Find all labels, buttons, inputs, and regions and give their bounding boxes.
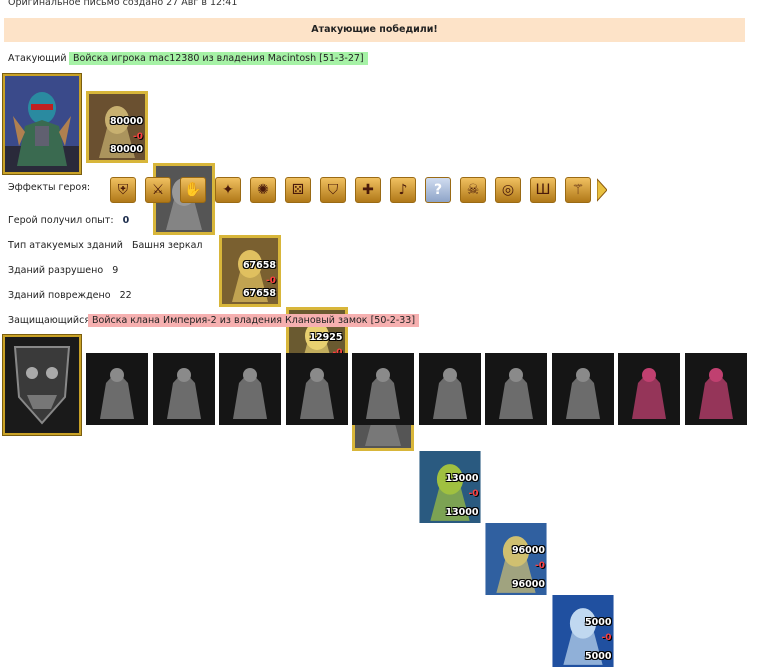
unit-spider-dead[interactable] <box>352 353 414 425</box>
unit-harpy-dead[interactable] <box>485 353 547 425</box>
pillars-icon[interactable]: Ш <box>530 177 556 203</box>
unit-art-image <box>418 353 481 425</box>
unit-count-after: 13000 <box>445 507 479 518</box>
experience-label: Герой получил опыт: <box>8 215 114 226</box>
experience-value: 0 <box>122 215 130 226</box>
unit-ogre-dead[interactable] <box>152 353 215 425</box>
unit-crystal-creature[interactable] <box>618 353 680 425</box>
unit-count-before: 5000 <box>585 617 612 628</box>
unit-loss: -0 <box>601 633 612 643</box>
unit-unicorn[interactable]: 80000 -0 80000 <box>86 91 148 163</box>
buildings-destroyed-label: Зданий разрушено <box>8 265 104 276</box>
rune-icon[interactable]: ✦ <box>215 177 241 203</box>
staff-icon[interactable]: ⚚ <box>565 177 591 203</box>
unit-count-before: 67658 <box>242 260 276 271</box>
unit-demon-dead[interactable] <box>219 353 281 425</box>
result-banner: Атакующие победили! <box>4 18 745 42</box>
unit-swordsman[interactable]: 96000 -0 96000 <box>485 523 547 595</box>
unit-bone-dragon-dead[interactable] <box>551 353 614 425</box>
buildings-destroyed-value: 9 <box>112 265 119 276</box>
unit-art-image <box>485 353 547 425</box>
hero-effects-label: Эффекты героя: <box>8 182 91 193</box>
unit-count-after: 96000 <box>511 579 545 590</box>
sword-icon[interactable]: ⚔ <box>145 177 171 203</box>
unit-loss: -0 <box>468 489 479 499</box>
unit-art-image <box>219 353 281 425</box>
unit-art-image <box>684 353 747 425</box>
hero-portrait-image <box>5 76 79 172</box>
unit-cavalier[interactable]: 67658 -0 67658 <box>219 235 281 307</box>
building-type-label: Тип атакуемых зданий <box>8 240 123 251</box>
unit-mage[interactable]: 5000 -0 5000 <box>551 595 614 667</box>
letter-created-text: Оригинальное письмо создано 27 Авг в 12:… <box>8 0 238 8</box>
crab-icon[interactable]: ✺ <box>250 177 276 203</box>
unit-art-image <box>352 353 414 425</box>
cross-shield-icon[interactable]: ✚ <box>355 177 381 203</box>
unit-count-before: 12925 <box>309 332 343 343</box>
unit-jellyfish-creature[interactable] <box>684 353 747 425</box>
unit-gargoyle-dead[interactable] <box>285 353 348 425</box>
unit-count-after: 5000 <box>585 651 612 662</box>
defender-label: Защищающийся <box>8 315 91 326</box>
clan-portrait-image <box>5 337 79 433</box>
defender-name[interactable]: Войска клана Империя-2 из владения Клано… <box>88 314 420 327</box>
attacker-label: Атакующий <box>8 53 67 64</box>
shield-icon[interactable]: ⛨ <box>110 177 136 203</box>
unit-ogre[interactable]: 13000 -0 13000 <box>418 451 481 523</box>
unit-art-image <box>618 353 680 425</box>
unit-art-image <box>285 353 348 425</box>
green-shield-icon[interactable]: ⛉ <box>320 177 346 203</box>
attacker-hero-portrait[interactable] <box>2 73 82 175</box>
skull-icon[interactable]: ☠ <box>460 177 486 203</box>
unit-loss: -0 <box>266 276 276 286</box>
unit-loss: -0 <box>133 132 143 142</box>
question-icon[interactable]: ? <box>425 177 451 203</box>
building-type-value: Башня зеркал <box>131 240 203 251</box>
scroll-icon[interactable]: ◎ <box>495 177 521 203</box>
effects-scroll-right-icon[interactable] <box>596 177 608 203</box>
handshake-icon[interactable]: ✋ <box>180 177 206 203</box>
dice-icon[interactable]: ⚄ <box>285 177 311 203</box>
horn-icon[interactable]: ♪ <box>390 177 416 203</box>
unit-count-after: 80000 <box>109 144 143 155</box>
unit-count-before: 80000 <box>109 116 143 127</box>
defender-clan-portrait[interactable] <box>2 334 82 436</box>
unit-loss: -0 <box>535 561 545 571</box>
unit-wraith-dead[interactable] <box>418 353 481 425</box>
unit-art-image <box>152 353 215 425</box>
unit-dragon-dead[interactable] <box>86 353 148 425</box>
buildings-damaged-value: 22 <box>119 290 132 301</box>
unit-art-image <box>86 353 148 425</box>
unit-count-after: 67658 <box>242 288 276 299</box>
unit-count-before: 96000 <box>511 545 545 556</box>
buildings-damaged-label: Зданий повреждено <box>8 290 111 301</box>
attacker-name[interactable]: Войска игрока mac12380 из владения Macin… <box>69 52 368 65</box>
unit-count-before: 13000 <box>445 473 479 484</box>
unit-art-image <box>551 353 614 425</box>
